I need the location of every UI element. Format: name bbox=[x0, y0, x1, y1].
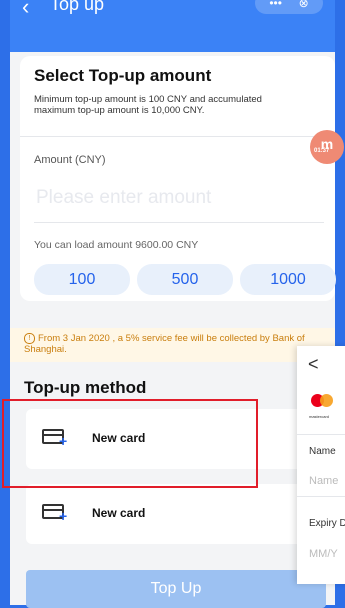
floating-app-badge[interactable]: m 01:37 bbox=[310, 130, 344, 164]
name-field[interactable]: Name bbox=[309, 475, 338, 487]
mastercard-logo-icon bbox=[311, 394, 333, 410]
highlight-box bbox=[2, 399, 258, 488]
header-actions: ••• ⊗ bbox=[255, 0, 323, 14]
quick-amount-100[interactable]: 100 bbox=[34, 264, 130, 295]
quick-amount-1000[interactable]: 1000 bbox=[240, 264, 336, 295]
panel-back-icon[interactable]: < bbox=[308, 354, 319, 375]
app-frame: ‹ Top up ••• ⊗ Select Top-up amount Mini… bbox=[10, 0, 344, 608]
mastercard-text: mastercard bbox=[309, 414, 330, 419]
amount-card: Select Top-up amount Minimum top-up amou… bbox=[20, 56, 336, 301]
top-header: ‹ Top up ••• ⊗ bbox=[10, 0, 335, 52]
amount-section-title: Select Top-up amount bbox=[34, 66, 212, 85]
panel-divider bbox=[297, 496, 345, 497]
badge-time: 01:37 bbox=[314, 148, 330, 154]
back-arrow-icon[interactable]: ‹ bbox=[22, 0, 29, 20]
expiry-label: Expiry D bbox=[309, 518, 345, 529]
service-fee-notice: ! From 3 Jan 2020 , a 5% service fee will… bbox=[10, 328, 335, 362]
notice-text: From 3 Jan 2020 , a 5% service fee will … bbox=[24, 333, 305, 356]
quick-amount-500[interactable]: 500 bbox=[137, 264, 233, 295]
info-icon: ! bbox=[24, 333, 35, 344]
top-up-button[interactable]: Top Up bbox=[26, 570, 326, 608]
page-title: Top up bbox=[50, 0, 105, 14]
method-section-title: Top-up method bbox=[24, 378, 147, 397]
input-underline bbox=[34, 222, 324, 223]
amount-label: Amount (CNY) bbox=[34, 154, 106, 166]
amount-input[interactable] bbox=[34, 182, 328, 214]
card-details-panel: < mastercard Name Name Expiry D MM/Y bbox=[297, 346, 345, 584]
add-card-icon bbox=[42, 504, 67, 524]
more-icon[interactable]: ••• bbox=[269, 0, 282, 10]
expiry-field[interactable]: MM/Y bbox=[309, 548, 338, 560]
amount-section-subtitle: Minimum top-up amount is 100 CNY and acc… bbox=[34, 94, 262, 116]
new-card-option-2[interactable]: New card bbox=[26, 484, 326, 544]
close-icon[interactable]: ⊗ bbox=[299, 0, 309, 10]
divider bbox=[20, 136, 335, 137]
new-card-label: New card bbox=[92, 506, 146, 520]
name-label: Name bbox=[309, 446, 336, 457]
panel-divider bbox=[297, 434, 345, 435]
loadable-amount-text: You can load amount 9600.00 CNY bbox=[34, 239, 199, 251]
